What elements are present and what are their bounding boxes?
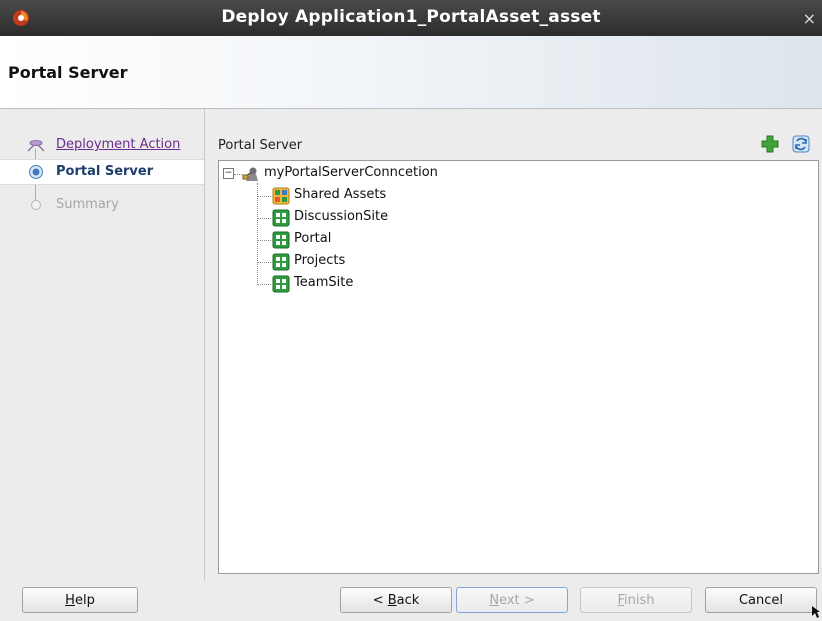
add-icon[interactable] [759,133,781,155]
refresh-icon[interactable] [790,133,812,155]
section-label: Portal Server [218,138,303,153]
button-label: inish [624,593,655,608]
step-portal-server[interactable]: Portal Server [0,159,204,185]
tree-node-label: Projects [294,253,346,268]
title-bar: Deploy Application1_PortalAsset_asset × [0,0,822,36]
page-title: Portal Server [8,63,128,82]
step-label: Deployment Action [56,137,181,152]
mouse-cursor-icon [812,606,820,618]
back-button[interactable]: < Back [340,587,452,613]
deploy-dialog: Deploy Application1_PortalAsset_asset × … [0,0,822,621]
step-summary[interactable]: Summary [0,193,204,217]
tree-node-label: Portal [294,231,332,246]
help-button[interactable]: Help [22,587,138,613]
tree-connector [257,218,271,219]
tree-connector [257,196,271,197]
portal-site-icon [272,253,290,271]
button-label: ack [396,593,420,608]
tree-connector [234,174,242,175]
step-deployment-action[interactable]: Deployment Action [0,133,204,157]
next-button[interactable]: Next > [456,587,568,613]
tree-node-label: Shared Assets [294,187,387,202]
button-mnemonic: N [489,593,500,608]
cancel-button[interactable]: Cancel [705,587,817,613]
server-connection-icon [242,167,258,181]
step-pending-icon [31,200,41,210]
page-header: Portal Server [0,36,822,109]
tree-connector [257,284,271,285]
tree-connector [257,240,271,241]
tree-node-label: myPortalServerConncetion [264,165,438,180]
button-label: ext > [499,593,535,608]
collapse-toggle[interactable]: − [223,168,234,179]
step-completed-icon [27,140,45,152]
step-label: Portal Server [56,164,154,179]
window-title: Deploy Application1_PortalAsset_asset [221,7,601,27]
portal-server-tree[interactable]: − myPortalServerConncetion Shared Assets [218,160,819,574]
tree-node-label: DiscussionSite [294,209,389,224]
portal-site-icon [272,209,290,227]
tree-node-label: TeamSite [294,275,354,290]
wizard-steps: Deployment Action Portal Server Summary [0,109,205,581]
button-mnemonic: H [65,593,75,608]
tree-connector [257,262,271,263]
finish-button[interactable]: Finish [580,587,692,613]
step-label: Summary [56,197,119,212]
button-label: < [372,593,388,608]
close-icon[interactable]: × [803,9,816,28]
button-mnemonic: B [387,593,397,608]
portal-site-icon [272,275,290,293]
step-current-icon [28,164,44,180]
shared-assets-icon [272,187,290,205]
portal-site-icon [272,231,290,249]
tree-connector [257,183,258,285]
button-label: elp [74,593,95,608]
